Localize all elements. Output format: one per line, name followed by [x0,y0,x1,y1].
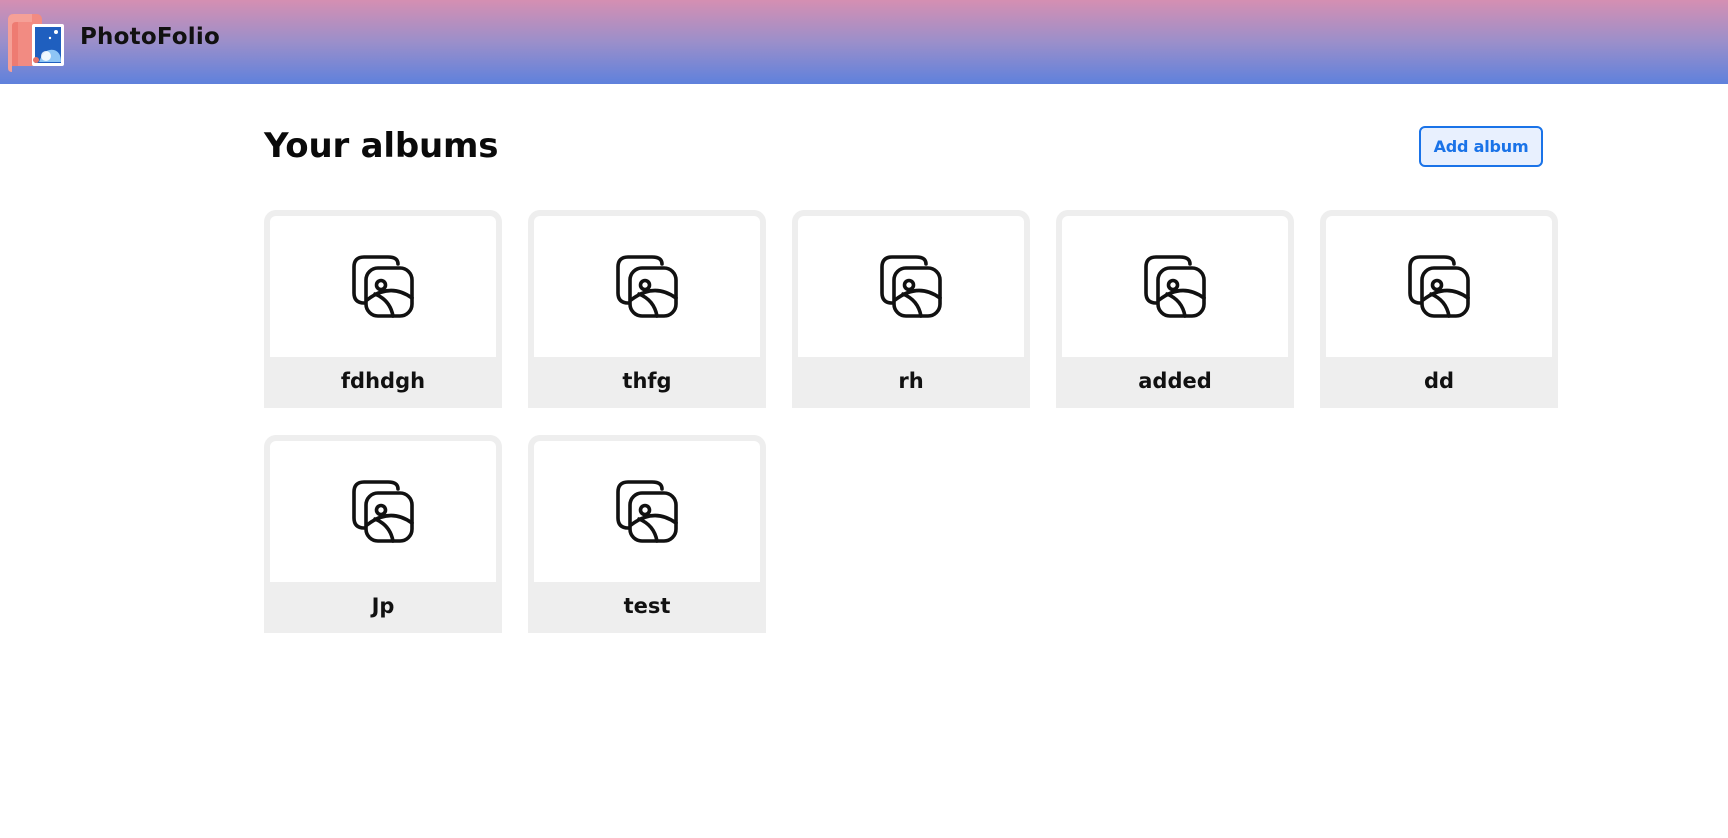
album-name: Jp [264,582,502,633]
album-card[interactable]: Jp [264,435,502,633]
photo-gallery-icon [798,216,1024,357]
add-album-button[interactable]: Add album [1419,126,1543,167]
page-title: Your albums [264,126,499,166]
album-name: dd [1320,357,1558,408]
album-card[interactable]: rh [792,210,1030,408]
photo-gallery-icon [534,441,760,582]
album-card[interactable]: test [528,435,766,633]
photo-gallery-icon [1326,216,1552,357]
photo-gallery-icon [270,216,496,357]
album-card[interactable]: fdhdgh [264,210,502,408]
album-name: thfg [528,357,766,408]
album-card[interactable]: dd [1320,210,1558,408]
brand-name[interactable]: PhotoFolio [80,24,220,50]
photo-album-logo-icon[interactable] [6,10,68,72]
photo-gallery-icon [270,441,496,582]
album-card[interactable]: thfg [528,210,766,408]
albums-header: Your albums Add album [264,120,1544,176]
photo-gallery-icon [534,216,760,357]
navbar: PhotoFolio [0,0,1728,84]
album-name: rh [792,357,1030,408]
album-name: fdhdgh [264,357,502,408]
photo-gallery-icon [1062,216,1288,357]
album-name: test [528,582,766,633]
album-name: added [1056,357,1294,408]
album-card[interactable]: added [1056,210,1294,408]
